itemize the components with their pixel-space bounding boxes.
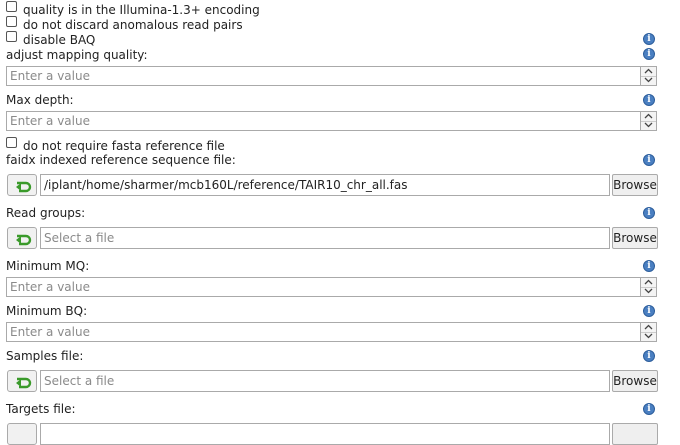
samples-info-icon[interactable]: [643, 350, 655, 362]
max-depth-field: [6, 111, 657, 131]
adjust-mq-info-icon[interactable]: [643, 48, 655, 60]
spin-down-icon[interactable]: [641, 332, 656, 341]
anomalous-label: do not discard anomalous read pairs: [23, 18, 243, 32]
fasta-checkbox[interactable]: [6, 137, 17, 148]
max-depth-info-icon[interactable]: [643, 94, 655, 106]
targets-label: Targets file:: [6, 402, 76, 416]
min-bq-input[interactable]: [7, 323, 640, 341]
min-mq-field: [6, 277, 657, 297]
spin-down-icon[interactable]: [641, 76, 656, 85]
min-mq-label: Minimum MQ:: [6, 259, 90, 273]
read-groups-browse-button[interactable]: Browse: [612, 227, 658, 249]
samples-label: Samples file:: [6, 349, 84, 363]
samples-file-field: [40, 370, 610, 392]
spin-down-icon[interactable]: [641, 121, 656, 130]
targets-reset-button[interactable]: [7, 423, 37, 445]
read-groups-file-input[interactable]: [41, 228, 604, 248]
min-bq-spinner[interactable]: [640, 323, 656, 341]
adjust-mq-spinner[interactable]: [640, 67, 656, 85]
min-mq-spinner[interactable]: [640, 278, 656, 296]
illumina-label: quality is in the Illumina-1.3+ encoding: [23, 3, 260, 17]
min-bq-info-icon[interactable]: [643, 305, 655, 317]
read-groups-file-field: [40, 227, 610, 249]
faidx-reset-button[interactable]: [7, 174, 37, 196]
reset-arrow-icon: [16, 181, 32, 193]
faidx-file-input[interactable]: [41, 175, 604, 195]
reset-arrow-icon: [16, 377, 32, 389]
illumina-checkbox[interactable]: [6, 1, 17, 12]
baq-label: disable BAQ: [23, 33, 96, 47]
samples-file-input[interactable]: [41, 371, 604, 391]
adjust-mq-input[interactable]: [7, 67, 640, 85]
max-depth-input[interactable]: [7, 112, 640, 130]
min-bq-field: [6, 322, 657, 342]
faidx-info-icon[interactable]: [643, 154, 655, 166]
targets-file-field[interactable]: [40, 423, 610, 445]
anomalous-checkbox[interactable]: [6, 16, 17, 27]
max-depth-label: Max depth:: [6, 93, 74, 107]
read-groups-reset-button[interactable]: [7, 227, 37, 249]
faidx-file-field: [40, 174, 610, 196]
max-depth-spinner[interactable]: [640, 112, 656, 130]
min-mq-info-icon[interactable]: [643, 260, 655, 272]
spin-down-icon[interactable]: [641, 287, 656, 296]
adjust-mq-label: adjust mapping quality:: [6, 48, 148, 62]
baq-info-icon[interactable]: [643, 33, 655, 45]
fasta-label: do not require fasta reference file: [23, 139, 225, 153]
targets-info-icon[interactable]: [643, 403, 655, 415]
min-mq-input[interactable]: [7, 278, 640, 296]
faidx-label: faidx indexed reference sequence file:: [6, 153, 236, 167]
baq-checkbox[interactable]: [6, 31, 17, 42]
reset-arrow-icon: [16, 234, 32, 246]
samples-browse-button[interactable]: Browse: [612, 370, 658, 392]
faidx-browse-button[interactable]: Browse: [612, 174, 658, 196]
samples-reset-button[interactable]: [7, 370, 37, 392]
targets-browse-button[interactable]: [612, 423, 658, 445]
read-groups-info-icon[interactable]: [643, 207, 655, 219]
adjust-mq-field: [6, 66, 657, 86]
min-bq-label: Minimum BQ:: [6, 304, 88, 318]
read-groups-label: Read groups:: [6, 206, 86, 220]
